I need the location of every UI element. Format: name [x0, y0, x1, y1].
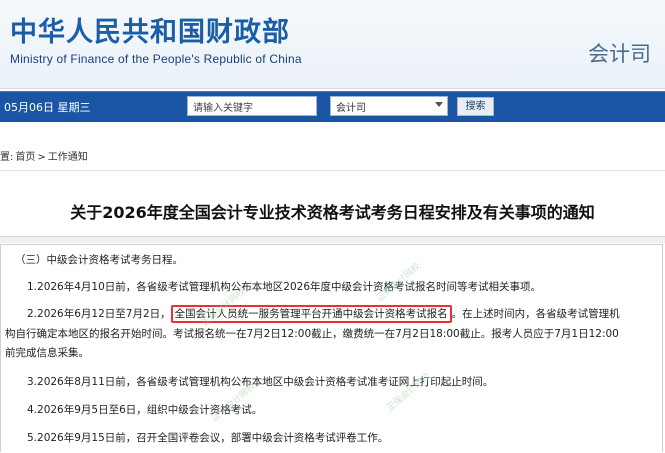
section-heading: （三）中级会计资格考试考务日程。	[15, 254, 183, 266]
item2-text-before: 2.2026年6月12日至7月2日，	[27, 308, 171, 320]
search-button[interactable]: 搜索	[457, 97, 494, 116]
list-item-1: 1.2026年4月10日前，各省级考试管理机构公布本地区2026年度中级会计资格…	[27, 281, 542, 293]
list-item-4: 4.2026年9月5日至6日，组织中级会计资格考试。	[27, 404, 263, 416]
site-header: 中华人民共和国财政部 Ministry of Finance of the Pe…	[0, 0, 665, 89]
list-item-2-line-3: 前完成信息采集。	[5, 347, 89, 359]
search-input[interactable]	[187, 96, 317, 116]
breadcrumb-separator: >	[37, 152, 46, 163]
ministry-name-en: Ministry of Finance of the People's Repu…	[10, 52, 302, 66]
list-item-2: 2.2026年6月12日至7月2日， 全国会计人员统一服务管理平台开通中级会计资格…	[27, 305, 620, 323]
breadcrumb-prefix: 置:	[0, 152, 14, 163]
chevron-down-icon	[435, 102, 443, 107]
notice-content: （三）中级会计资格考试考务日程。 1.2026年4月10日前，各省级考试管理机构…	[0, 244, 663, 452]
breadcrumb-current-link[interactable]: 工作通知	[48, 152, 88, 163]
department-name: 会计司	[588, 42, 651, 66]
nav-bar: 05月06日 星期三 会计司 搜索	[0, 91, 665, 122]
breadcrumb-divider	[0, 170, 665, 171]
highlighted-registration-text: 全国会计人员统一服务管理平台开通中级会计资格考试报名	[170, 305, 452, 323]
search-scope-select[interactable]: 会计司	[330, 96, 448, 116]
item2-text-after: 。在上述时间内，各省级考试管理机	[451, 308, 620, 320]
list-item-5: 5.2026年9月15日前，召开全国评卷会议，部署中级会计资格考试评卷工作。	[27, 432, 389, 444]
breadcrumb-home-link[interactable]: 首页	[15, 152, 35, 163]
breadcrumb: 置: 首页 > 工作通知	[0, 148, 90, 163]
ministry-name-cn[interactable]: 中华人民共和国财政部	[10, 10, 290, 49]
page-title: 关于2026年度全国会计专业技术资格考试考务日程安排及有关事项的通知	[70, 203, 595, 222]
search-scope-value: 会计司	[336, 103, 366, 114]
list-item-2-line-2: 构自行确定本地区的报名开始时间。考试报名统一在7月2日12:00截止，缴费统一在…	[5, 328, 619, 340]
current-date: 05月06日 星期三	[4, 101, 91, 114]
list-item-3: 3.2026年8月11日前，各省级考试管理机构公布本地区中级会计资格考试准考证网…	[27, 376, 494, 388]
title-divider	[0, 236, 665, 243]
